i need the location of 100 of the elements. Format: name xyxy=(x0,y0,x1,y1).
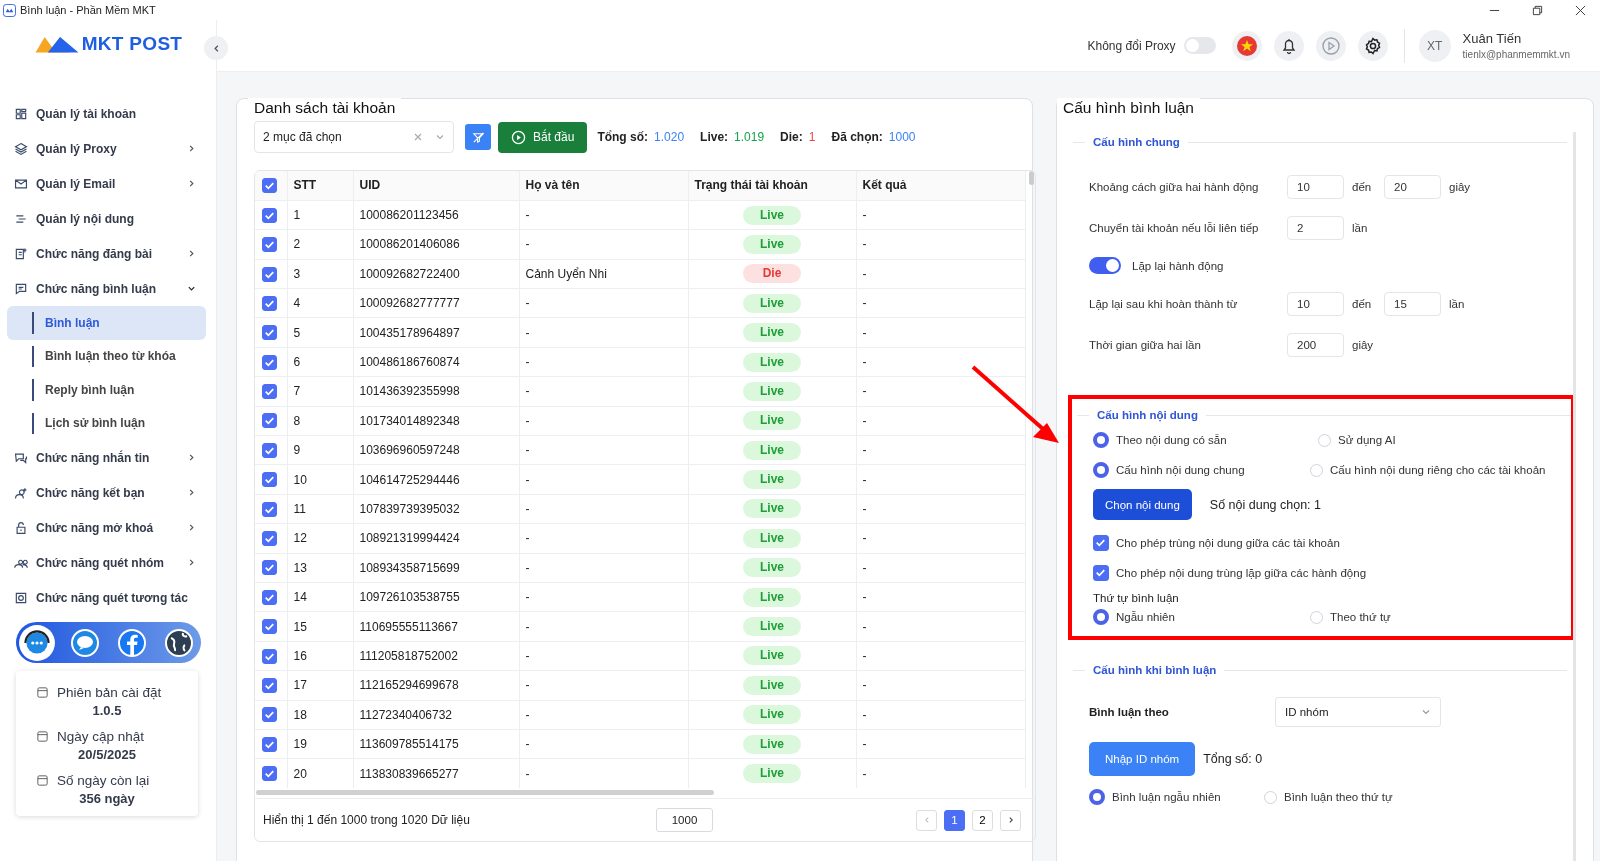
row-checkbox[interactable] xyxy=(262,531,277,547)
row-checkbox[interactable] xyxy=(262,442,277,458)
row-checkbox[interactable] xyxy=(262,736,277,752)
submenu-item[interactable]: Bình luận theo từ khóa xyxy=(7,339,206,373)
radio-button[interactable] xyxy=(1093,462,1109,478)
info-label: Số ngày còn lại xyxy=(57,773,150,788)
sidebar-item[interactable]: Quản lý Proxy xyxy=(0,131,216,166)
clear-icon[interactable] xyxy=(413,132,423,142)
sidebar-item[interactable]: Chức năng mở khoá xyxy=(0,510,216,545)
proxy-toggle[interactable] xyxy=(1183,37,1216,54)
section-title: Cấu hình khi bình luận xyxy=(1093,664,1217,676)
restore-icon[interactable] xyxy=(1532,4,1543,16)
table-cell: - xyxy=(519,464,688,495)
row-checkbox[interactable] xyxy=(262,560,277,576)
row-checkbox[interactable] xyxy=(262,325,277,341)
row-checkbox[interactable] xyxy=(262,472,277,488)
status-badge: Live xyxy=(743,205,801,225)
filter-select[interactable]: 2 mục đã chọn xyxy=(254,121,454,153)
status-badge: Live xyxy=(743,764,801,783)
chevron-left-icon xyxy=(922,816,931,824)
row-checkbox[interactable] xyxy=(262,648,277,664)
menu-item-icon xyxy=(14,106,28,121)
row-checkbox[interactable] xyxy=(262,501,277,517)
radio-button[interactable] xyxy=(1089,789,1105,805)
row-checkbox[interactable] xyxy=(262,266,277,282)
comment-by-select[interactable]: ID nhóm xyxy=(1275,697,1441,727)
select-all-checkbox[interactable] xyxy=(262,178,277,194)
table-cell: 5 xyxy=(287,317,353,348)
scrollbar-thumb[interactable] xyxy=(256,790,714,795)
row-checkbox[interactable] xyxy=(262,413,277,429)
row-checkbox[interactable] xyxy=(262,207,277,223)
sidebar-item[interactable]: Chức năng bình luận xyxy=(0,271,216,306)
submenu-item[interactable]: Bình luận xyxy=(7,306,206,340)
page-size-field[interactable]: 1000 xyxy=(656,808,713,832)
scrollbar-track[interactable] xyxy=(1573,132,1576,861)
play-icon xyxy=(511,129,526,145)
checkbox[interactable] xyxy=(1093,565,1109,581)
checkbox[interactable] xyxy=(1093,535,1109,551)
row-checkbox[interactable] xyxy=(262,678,277,693)
row-checkbox[interactable] xyxy=(262,589,277,605)
close-icon[interactable] xyxy=(1575,4,1586,16)
row-checkbox[interactable] xyxy=(262,354,277,370)
sidebar-item[interactable]: Quản lý Email xyxy=(0,166,216,201)
clear-filter-button[interactable] xyxy=(465,124,491,150)
row-checkbox[interactable] xyxy=(262,237,277,253)
status-badge: Live xyxy=(743,470,801,490)
repeat-toggle[interactable] xyxy=(1089,257,1121,274)
row-checkbox[interactable] xyxy=(262,295,277,311)
page-button[interactable]: 2 xyxy=(972,809,993,831)
number-field[interactable]: 10 xyxy=(1287,291,1344,316)
user-avatar[interactable]: XT xyxy=(1418,29,1451,62)
number-field[interactable]: 20 xyxy=(1384,174,1441,199)
checkbox-label: Cho phép trùng nội dung giữa các tài khoản xyxy=(1116,537,1340,549)
table-cell: - xyxy=(519,347,688,377)
total-count: Tổng số: 0 xyxy=(1203,752,1263,766)
radio-button[interactable] xyxy=(1093,609,1109,625)
table-cell: - xyxy=(856,200,1026,230)
sidebar-item[interactable]: Chức năng đăng bài xyxy=(0,236,216,271)
row-checkbox[interactable] xyxy=(262,619,277,635)
proxy-label: Không đổi Proxy xyxy=(1087,38,1176,53)
menu-item-icon xyxy=(14,520,28,535)
play-icon[interactable] xyxy=(1315,30,1346,61)
status-badge: Die xyxy=(743,264,801,284)
submenu-item[interactable]: Reply bình luận xyxy=(7,373,206,407)
flag-icon[interactable] xyxy=(1231,30,1262,61)
table-cell: - xyxy=(519,670,688,701)
row-checkbox[interactable] xyxy=(262,384,277,400)
sidebar-item[interactable]: Chức năng nhắn tin xyxy=(0,440,216,475)
table-cell: 10 xyxy=(287,464,353,495)
number-field[interactable]: 200 xyxy=(1287,332,1344,357)
number-field[interactable]: 15 xyxy=(1384,291,1441,316)
choose-content-button[interactable]: Chọn nội dung xyxy=(1093,489,1192,520)
sidebar-item[interactable]: Chức năng quét tương tác xyxy=(0,580,216,615)
status-badge: Live xyxy=(743,323,801,343)
status-badge: Live xyxy=(743,234,801,254)
status-badge: Live xyxy=(743,499,801,519)
table-cell: - xyxy=(856,523,1026,554)
sidebar-item[interactable]: Chức năng kết bạn xyxy=(0,475,216,510)
row-checkbox[interactable] xyxy=(262,766,277,782)
number-field[interactable]: 2 xyxy=(1287,215,1344,240)
table-cell: - xyxy=(856,494,1026,524)
section-title: Cấu hình nội dung xyxy=(1097,409,1198,421)
start-button[interactable]: Bắt đầu xyxy=(498,121,588,153)
scrollbar-thumb[interactable] xyxy=(1029,171,1034,185)
import-id-button[interactable]: Nhập ID nhóm xyxy=(1089,742,1196,776)
submenu-item[interactable]: Lịch sử bình luận xyxy=(7,406,206,440)
row-checkbox[interactable] xyxy=(262,707,277,723)
support-chat-icon[interactable] xyxy=(18,623,56,662)
number-field[interactable]: 10 xyxy=(1287,174,1344,199)
radio-button[interactable] xyxy=(1093,432,1109,448)
sidebar-item[interactable]: Quản lý tài khoản xyxy=(0,96,216,131)
table-cell: - xyxy=(519,641,688,671)
stat-value: 1.020 xyxy=(654,130,685,144)
bell-icon[interactable] xyxy=(1273,30,1304,61)
table-cell: - xyxy=(856,406,1026,436)
table-cell: - xyxy=(856,670,1026,701)
settings-icon[interactable] xyxy=(1357,30,1388,61)
sidebar-item[interactable]: Chức năng quét nhóm xyxy=(0,545,216,580)
page-button[interactable]: 1 xyxy=(944,809,965,831)
sidebar-item[interactable]: Quản lý nội dung xyxy=(0,201,216,236)
